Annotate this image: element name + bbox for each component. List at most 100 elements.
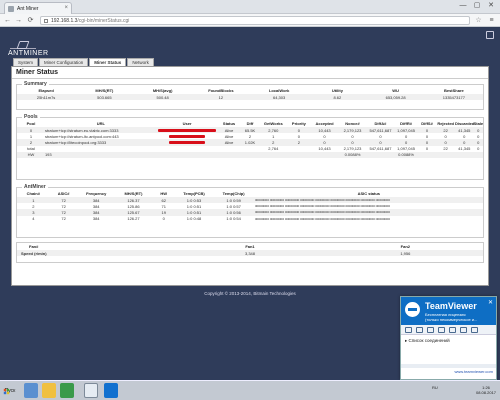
address-bar[interactable]: 192.168.1.3/cgi-bin/minerStatus.cgi <box>40 16 470 25</box>
chain-cell: 72 <box>61 216 66 222</box>
url-host: 192.168.1.3 <box>51 18 78 24</box>
summary-header: LocalWork <box>268 88 290 93</box>
chain-row: 4 72 384 126.27 0 1:0 0:48 1:0 0:54 oooooooo oo… <box>17 216 483 222</box>
pools-header: DiffA# <box>374 121 387 126</box>
teamviewer-close-icon[interactable]: ✕ <box>488 299 493 306</box>
chain-header: Temp(PCB) <box>183 191 205 196</box>
antminer-section: AntMiner Chain# ASIC# Frequency MH/S(RT) HW T… <box>16 184 484 238</box>
pools-header: DiffR# <box>400 121 412 126</box>
forward-button[interactable]: → <box>14 16 23 25</box>
summary-cell: 653,059.28 <box>366 94 425 101</box>
tab-network[interactable]: Network <box>127 58 154 66</box>
pools-header: User <box>182 121 192 126</box>
browser-menu-icon[interactable]: ≡ <box>487 16 496 25</box>
chain-table: Chain# ASIC# Frequency MH/S(RT) HW Temp(PCB) T… <box>17 190 483 222</box>
pools-header: Accepted <box>315 121 334 126</box>
redacted-user-mark <box>168 135 206 139</box>
summary-cell: 12 <box>191 94 250 101</box>
pools-legend: Pools <box>24 114 38 120</box>
chain-cell: 4 <box>32 216 35 222</box>
tab-close-icon[interactable]: × <box>64 5 68 11</box>
tab-miner-configuration[interactable]: Miner Configuration <box>39 58 89 66</box>
pools-header: Discarded <box>454 121 474 126</box>
summary-cell: 64,303 <box>250 94 309 101</box>
start-button[interactable]: Пуск <box>1 383 19 398</box>
pool-row: HW 193 0.0088% 0.0088% <box>17 151 483 158</box>
maximize-button[interactable]: ▢ <box>470 1 484 11</box>
chat-icon[interactable] <box>427 327 434 333</box>
teamviewer-toolbar <box>401 325 496 335</box>
favicon-icon <box>8 6 14 12</box>
pool-cell <box>473 151 483 158</box>
pool-cell <box>156 127 218 134</box>
fan2-speed: 1,956 <box>327 250 483 257</box>
pools-header: Diff <box>246 121 254 126</box>
pools-header: GetWorks <box>263 121 283 126</box>
file-transfer-icon[interactable] <box>449 327 456 333</box>
fans-header: Fan# <box>29 244 39 249</box>
pool-cell: 0.0088% <box>338 151 367 158</box>
pool-cell <box>436 151 455 158</box>
remote-control-icon[interactable] <box>416 327 423 333</box>
folder-icon[interactable] <box>42 383 56 398</box>
chain-cell: 1:0 0:48 <box>186 216 202 222</box>
fans-header: Fan2 <box>400 244 410 249</box>
pool-row: 0 stratum+tcp://stratum.eu.viabtc.com:333… <box>17 127 483 134</box>
summary-legend: Summary <box>24 81 47 87</box>
tab-system[interactable]: System <box>13 58 39 66</box>
pools-header: DiffS# <box>421 121 433 126</box>
pool-cell <box>310 151 339 158</box>
teamviewer-link[interactable]: www.teamviewer.com <box>401 369 496 374</box>
summary-header: WU <box>392 88 399 93</box>
chain-header: ASIC# <box>57 191 70 196</box>
logout-icon[interactable] <box>486 31 494 39</box>
pools-header: Stale <box>473 121 483 126</box>
summary-header: FoundBlocks <box>208 88 234 93</box>
video-icon[interactable] <box>405 327 412 333</box>
summary-header: BestShare <box>443 88 464 93</box>
bookmark-star-icon[interactable]: ☆ <box>474 16 483 25</box>
pool-cell: 547,611,687 <box>366 127 395 134</box>
antminer-legend: AntMiner <box>24 184 46 190</box>
chrome-icon[interactable] <box>84 383 98 398</box>
monitor-icon[interactable] <box>438 327 445 333</box>
minimize-button[interactable]: — <box>456 1 470 11</box>
browser-titlebar: Ant Miner × — ▢ ✕ <box>0 0 500 14</box>
pool-cell <box>454 151 474 158</box>
tab-miner-status[interactable]: Miner Status <box>89 58 127 66</box>
clock-date: 08.08.2017 <box>476 390 497 395</box>
media-icon[interactable] <box>60 383 74 398</box>
phone-icon[interactable] <box>460 327 467 333</box>
settings-icon[interactable] <box>471 327 478 333</box>
chain-header: MH/S(RT) <box>124 191 143 196</box>
chain-header: Chain# <box>26 191 40 196</box>
windows-taskbar: Пуск RU 1:26 08.08.2017 <box>0 380 500 400</box>
redacted-user-mark <box>168 141 206 145</box>
pools-table: Pool URL User Status Diff GetWorks Priority Acc… <box>17 120 483 158</box>
teamviewer-taskbar-icon[interactable] <box>104 383 118 398</box>
teamviewer-connection-list[interactable]: ▸ Список соединений <box>401 335 496 346</box>
chain-cell: oooooooo oooooooo oooooooo oooooooo oooo… <box>254 216 390 221</box>
pool-cell <box>240 151 260 158</box>
explorer-icon[interactable] <box>24 383 38 398</box>
summary-section: Summary Elapsed MH/S(RT) MH/S(avg) Found… <box>16 81 484 110</box>
fan1-speed: 3,348 <box>172 250 328 257</box>
pools-header: Priority <box>291 121 306 126</box>
fans-speed-label: Speed (r/min) <box>17 250 173 257</box>
language-indicator[interactable]: RU <box>432 385 438 390</box>
clock[interactable]: 1:26 08.08.2017 <box>476 385 496 395</box>
pool-cell: 1,097,045 <box>394 127 418 134</box>
back-button[interactable]: ← <box>3 16 12 25</box>
system-tray: RU <box>432 385 478 397</box>
close-window-button[interactable]: ✕ <box>484 1 498 11</box>
browser-tab[interactable]: Ant Miner × <box>4 2 72 14</box>
summary-cell: 500.48 <box>133 94 192 101</box>
reload-button[interactable]: ⟳ <box>26 16 35 25</box>
teamviewer-divider <box>401 364 496 368</box>
summary-cell: 1335473177 <box>424 94 483 101</box>
teamviewer-title: TeamViewer <box>425 301 477 311</box>
pool-cell: 547,611,687 <box>369 146 392 152</box>
browser-toolbar: ← → ⟳ 192.168.1.3/cgi-bin/minerStatus.cg… <box>0 14 500 27</box>
start-label: Пуск <box>4 388 16 394</box>
fans-header-row: Fan# Fan1 Fan2 <box>17 243 483 250</box>
